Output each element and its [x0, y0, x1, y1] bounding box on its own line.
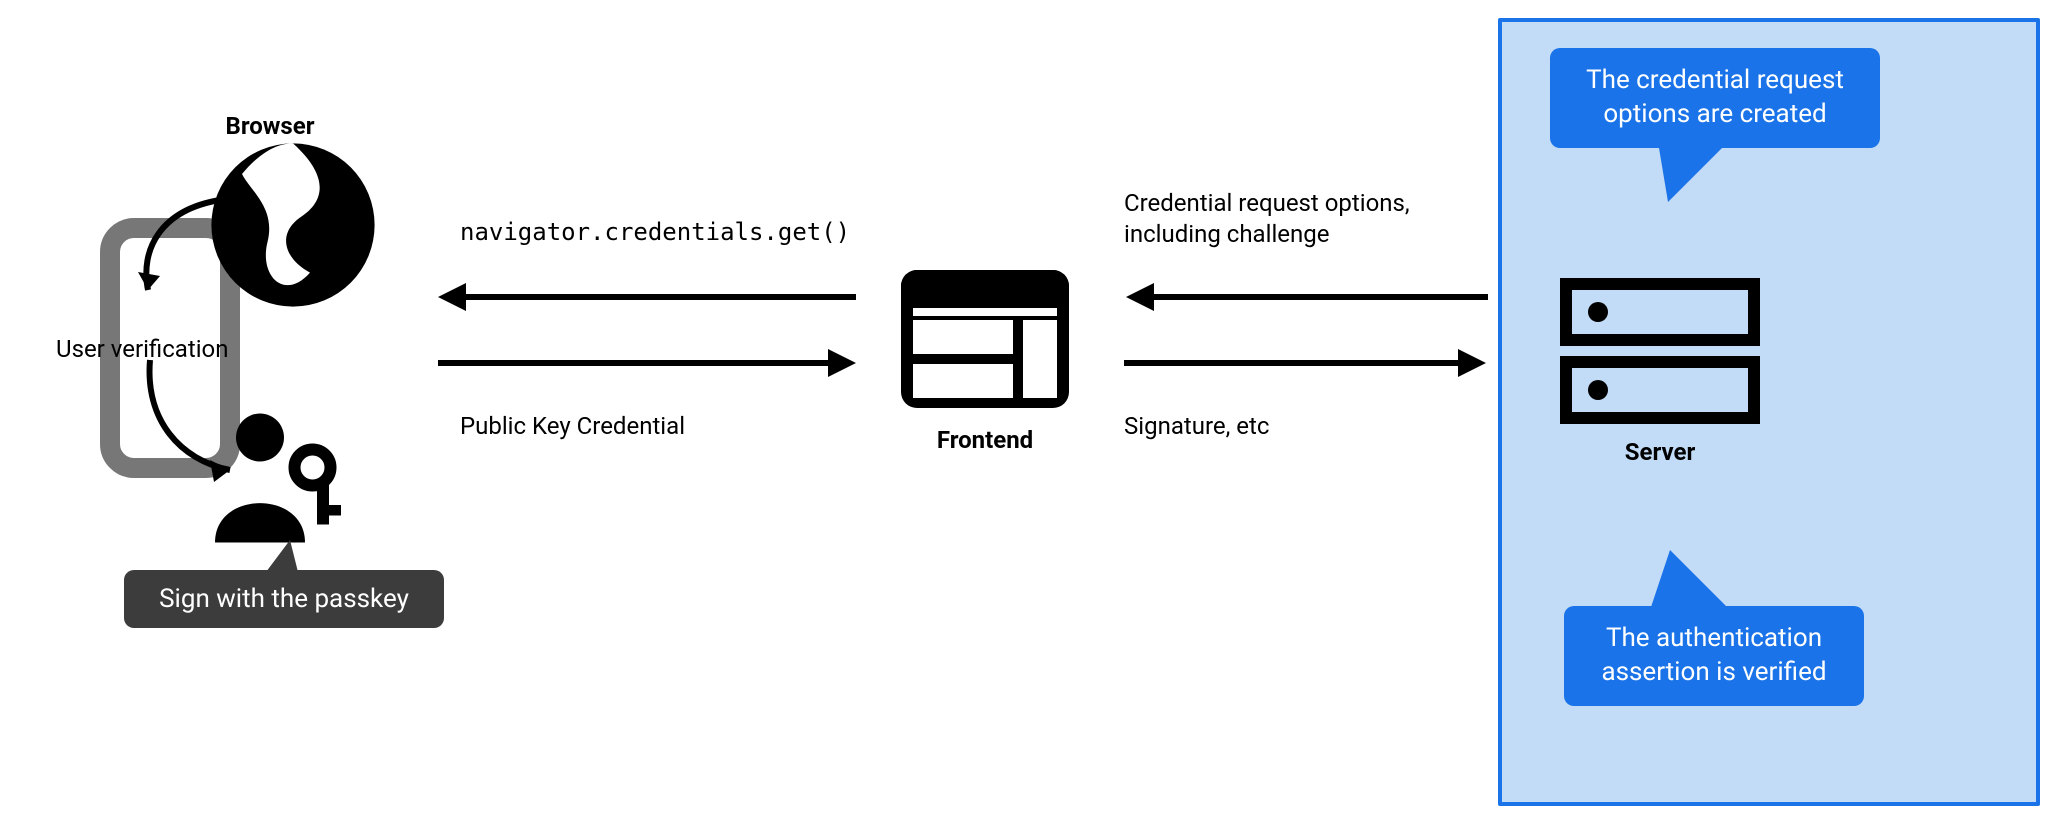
- arrow-server-to-frontend: [1148, 294, 1488, 300]
- arrow-frontend-to-browser: [460, 294, 856, 300]
- server-bottom-callout: The authentication assertion is verified: [1564, 606, 1864, 706]
- arrow-browser-to-frontend: [438, 360, 834, 366]
- nav-credentials-get-label: navigator.credentials.get(): [460, 218, 850, 246]
- credential-request-options-label: Credential request options, including ch…: [1124, 188, 1464, 250]
- frontend-label: Frontend: [900, 426, 1070, 454]
- public-key-credential-label: Public Key Credential: [460, 412, 685, 440]
- arrow-frontend-to-server: [1124, 360, 1464, 366]
- signature-etc-label: Signature, etc: [1124, 412, 1269, 440]
- server-icon: [1560, 278, 1760, 428]
- frontend-icon: [895, 264, 1075, 414]
- server-top-callout: The credential request options are creat…: [1550, 48, 1880, 148]
- server-label: Server: [1580, 438, 1740, 466]
- server-bottom-callout-text: The authentication assertion is verified: [1601, 623, 1826, 687]
- server-top-callout-text: The credential request options are creat…: [1586, 65, 1844, 129]
- passkey-callout-text: Sign with the passkey: [159, 584, 409, 614]
- server-top-callout-tail-icon: [1658, 142, 1738, 202]
- user-verification-label: User verification: [56, 335, 256, 363]
- passkey-callout-tail-icon: [250, 540, 310, 580]
- browser-label: Browser: [190, 112, 350, 140]
- server-bottom-callout-tail-icon: [1650, 550, 1740, 610]
